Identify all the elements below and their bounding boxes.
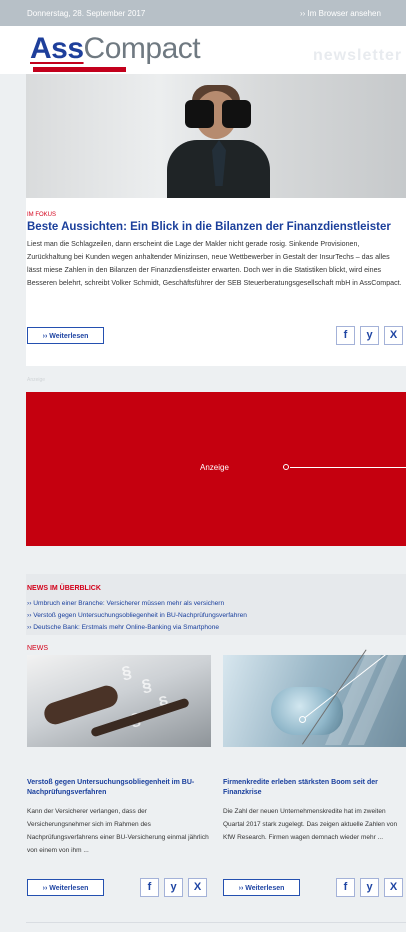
newsletter-date: Donnerstag, 28. September 2017 [27, 9, 146, 18]
header: AssCompact newsletter [0, 26, 406, 74]
left-read-more-button[interactable]: ›› Weiterlesen [27, 879, 104, 896]
right-news-body: Die Zahl der neuen Unternehmenskredite h… [223, 808, 398, 841]
logo-red-strip [33, 67, 126, 72]
news-overview-title: NEWS IM ÜBERBLICK [27, 585, 101, 592]
twitter-icon[interactable]: y [360, 326, 379, 345]
facebook-icon[interactable]: f [336, 878, 355, 897]
advertisement-banner[interactable]: Anzeige [26, 392, 406, 546]
top-bar: Donnerstag, 28. September 2017 ›› Im Bro… [0, 0, 406, 26]
news-overview-item[interactable]: ›› Umbruch einer Branche: Versicherer mü… [27, 600, 224, 607]
right-read-more-button[interactable]: ›› Weiterlesen [223, 879, 300, 896]
binoculars-image [185, 100, 251, 128]
xing-icon[interactable]: X [384, 326, 403, 345]
news-label: NEWS [27, 645, 48, 652]
callout-line [290, 467, 406, 468]
right-news-image[interactable] [223, 655, 406, 747]
feature-read-more-button[interactable]: ›› Weiterlesen [27, 327, 104, 344]
view-in-browser-link[interactable]: ›› Im Browser ansehen [300, 9, 381, 18]
hero-image [26, 74, 406, 198]
xing-icon[interactable]: X [384, 878, 403, 897]
right-news-title[interactable]: Firmenkredite erleben stärksten Boom sei… [223, 778, 405, 798]
advertisement-label: Anzeige [27, 377, 46, 383]
left-news-image[interactable]: § § § § [27, 655, 211, 747]
xing-icon[interactable]: X [188, 878, 207, 897]
asscompact-logo[interactable]: AssCompact [30, 32, 201, 66]
newsletter-page: Donnerstag, 28. September 2017 ›› Im Bro… [0, 0, 406, 932]
facebook-icon[interactable]: f [140, 878, 159, 897]
feature-body: Liest man die Schlagzeilen, dann erschei… [27, 240, 402, 287]
left-news-title[interactable]: Verstoß gegen Untersuchungsobliegenheit … [27, 778, 210, 798]
feature-title[interactable]: Beste Aussichten: Ein Blick in die Bilan… [27, 221, 405, 233]
feature-kicker: IM FOKUS [27, 212, 57, 218]
newsletter-watermark: newsletter [313, 47, 403, 64]
gavel-icon [41, 682, 121, 728]
left-news-body: Kann der Versicherer verlangen, dass der… [27, 808, 209, 854]
twitter-icon[interactable]: y [164, 878, 183, 897]
logo-ass-text: Ass [30, 32, 84, 65]
logo-compact-text: Compact [83, 32, 201, 65]
advertisement-caption: Anzeige [200, 463, 229, 472]
twitter-icon[interactable]: y [360, 878, 379, 897]
callout-dot [283, 464, 289, 470]
news-overview-item[interactable]: ›› Deutsche Bank: Erstmals mehr Online-B… [27, 624, 219, 631]
bottom-divider [26, 922, 406, 923]
news-overview-item[interactable]: ›› Verstoß gegen Untersuchungsobliegenhe… [27, 612, 247, 619]
facebook-icon[interactable]: f [336, 326, 355, 345]
